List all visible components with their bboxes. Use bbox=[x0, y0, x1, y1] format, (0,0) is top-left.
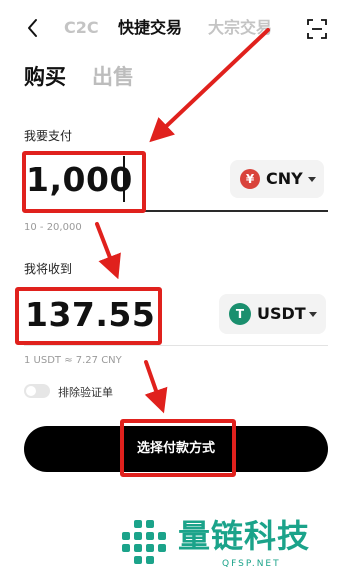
chevron-down-icon bbox=[309, 312, 317, 317]
pay-currency-selector[interactable]: ¥ CNY bbox=[230, 160, 324, 198]
receive-currency-selector[interactable]: T USDT bbox=[219, 294, 326, 334]
pay-range-hint: 10 - 20,000 bbox=[24, 222, 82, 233]
scan-icon[interactable] bbox=[306, 18, 328, 40]
exclude-verified-toggle[interactable] bbox=[24, 384, 50, 398]
arrow-3 bbox=[144, 360, 168, 414]
tab-bulk-trade[interactable]: 大宗交易 bbox=[208, 18, 272, 38]
watermark-domain: QFSP.NET bbox=[222, 559, 281, 569]
annotation-box-receive bbox=[15, 287, 162, 345]
annotation-box-button bbox=[120, 419, 236, 477]
pay-currency-code: CNY bbox=[266, 169, 303, 188]
cny-coin-icon: ¥ bbox=[240, 169, 260, 189]
exclude-verified-label: 排除验证单 bbox=[58, 386, 113, 399]
chevron-down-icon bbox=[308, 177, 316, 182]
tab-c2c[interactable]: C2C bbox=[64, 18, 99, 38]
annotation-box-pay bbox=[22, 151, 146, 213]
tab-sell[interactable]: 出售 bbox=[92, 64, 134, 90]
watermark-title: 量链科技 bbox=[178, 517, 311, 555]
receive-currency-code: USDT bbox=[257, 304, 306, 323]
toggle-knob bbox=[26, 386, 36, 396]
pay-label: 我要支付 bbox=[24, 129, 73, 143]
watermark-logo-icon bbox=[122, 520, 166, 564]
exchange-rate: 1 USDT ≈ 7.27 CNY bbox=[24, 355, 122, 366]
back-arrow-icon[interactable] bbox=[22, 15, 44, 41]
watermark: 量链科技 QFSP.NET bbox=[112, 508, 339, 576]
tab-buy[interactable]: 购买 bbox=[24, 64, 66, 90]
tab-quick-trade[interactable]: 快捷交易 bbox=[118, 18, 182, 38]
arrow-2 bbox=[95, 222, 121, 280]
receive-input-underline bbox=[24, 345, 328, 346]
usdt-coin-icon: T bbox=[229, 303, 251, 325]
receive-label: 我将收到 bbox=[24, 262, 73, 276]
top-bar: C2C 快捷交易 大宗交易 bbox=[0, 0, 339, 56]
